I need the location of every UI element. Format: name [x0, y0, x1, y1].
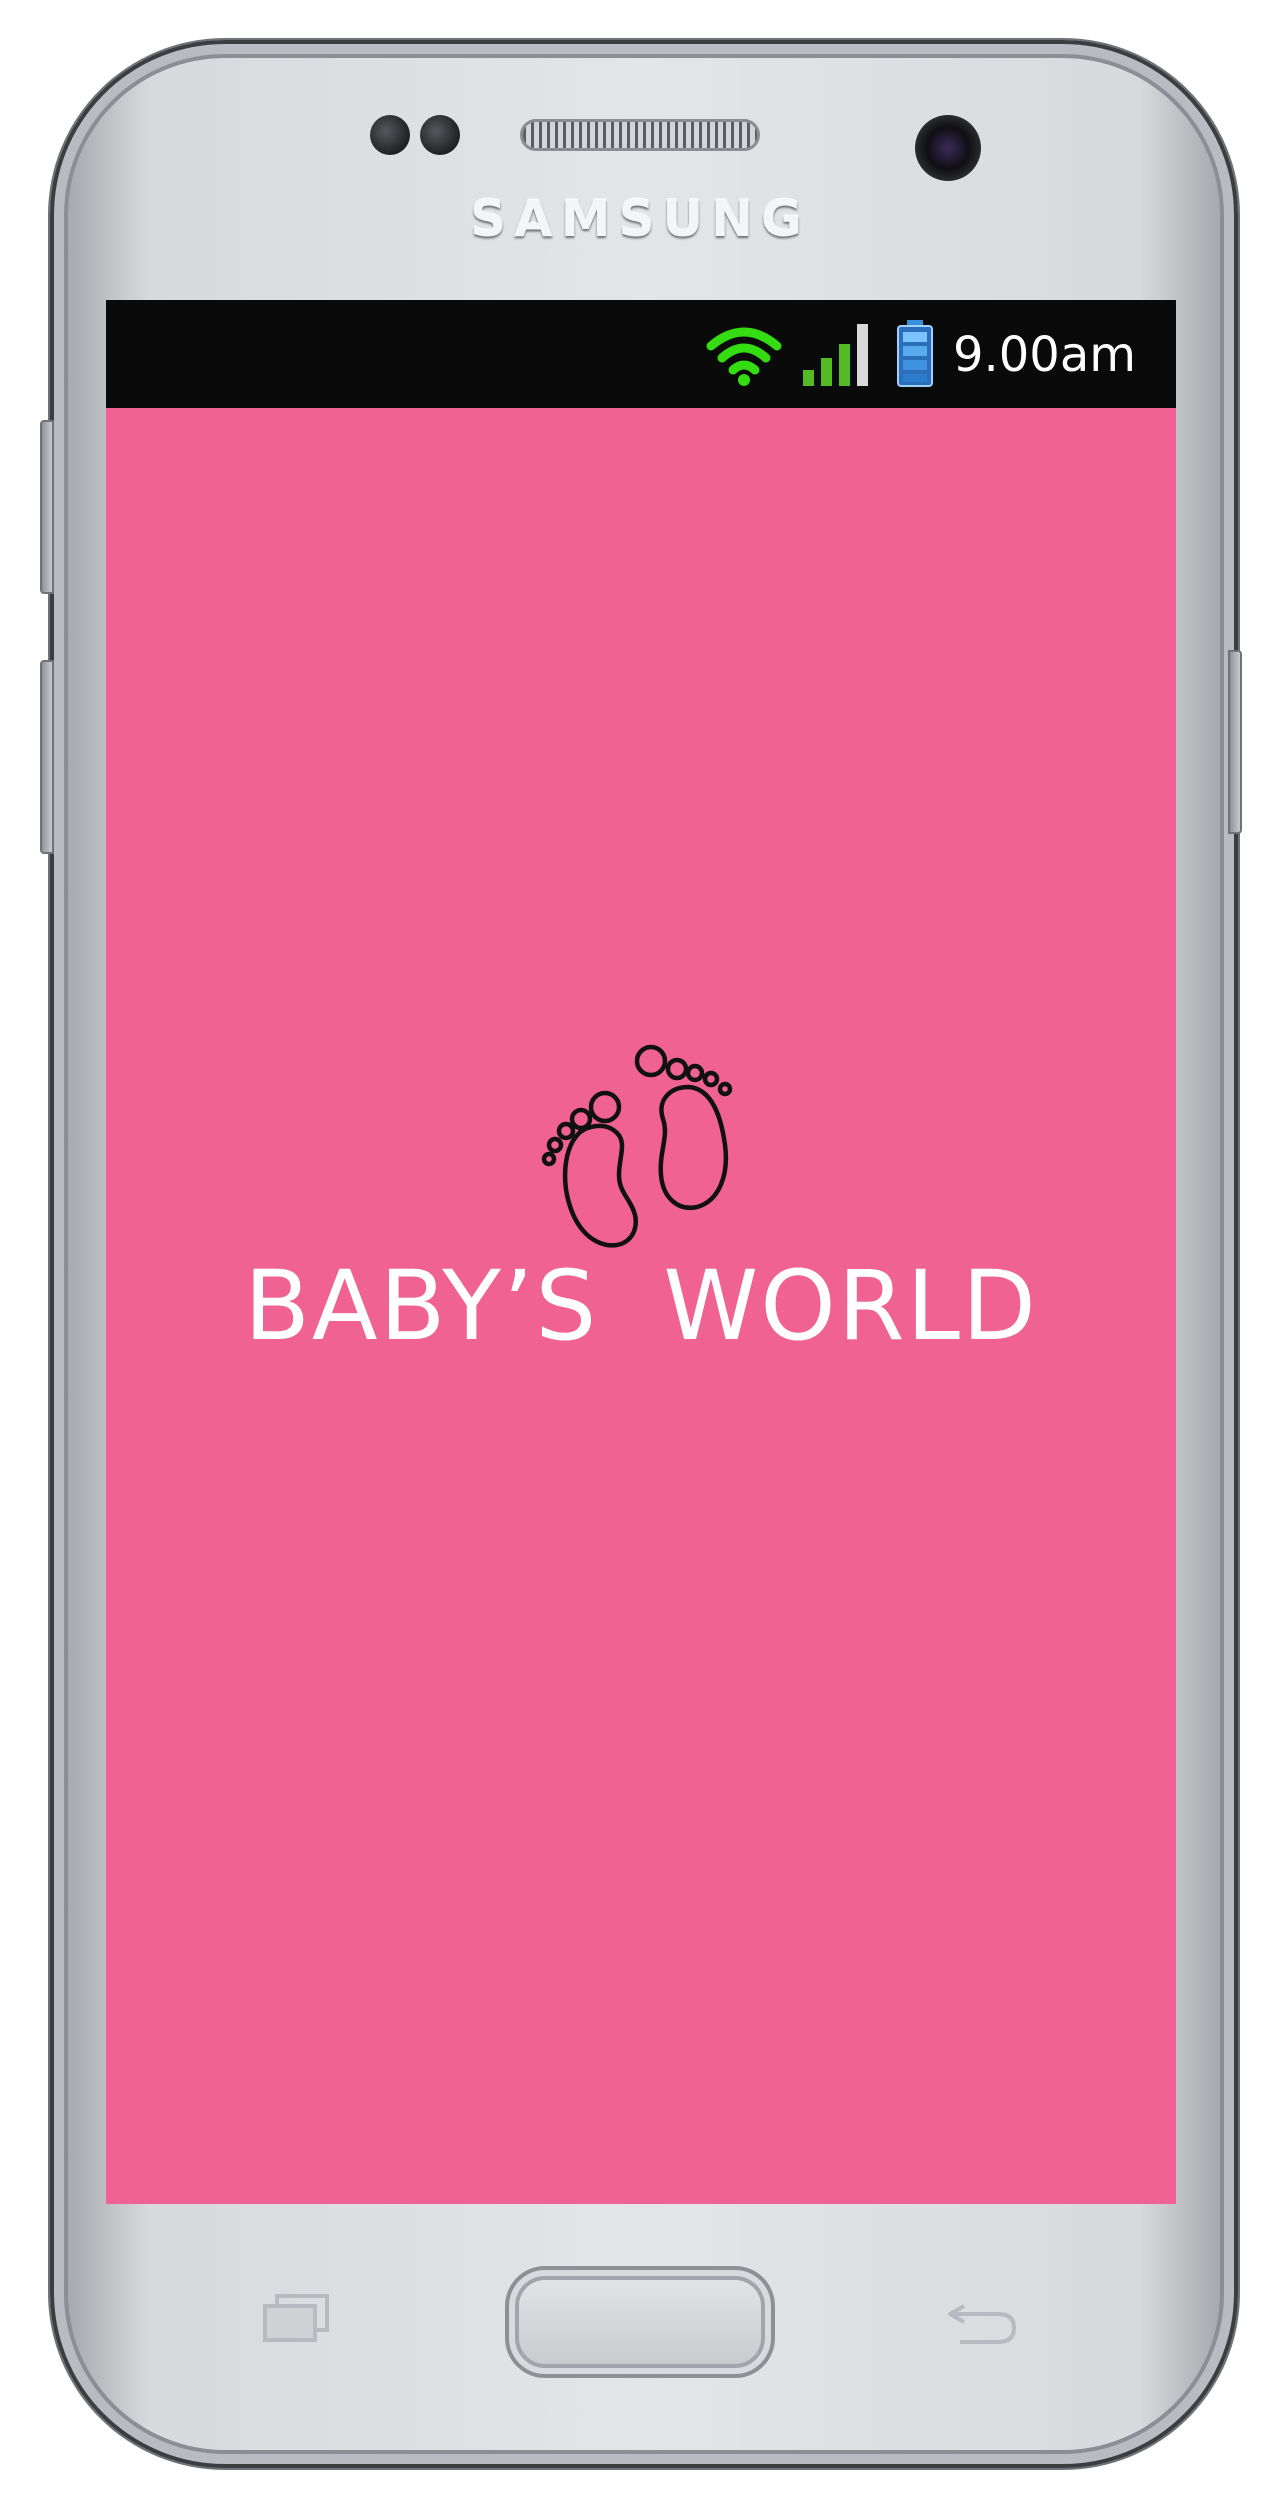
front-camera [915, 115, 981, 181]
splash-screen: BABY’S WORLD [106, 300, 1176, 2204]
proximity-sensor [370, 115, 410, 155]
navigation-bar [106, 2204, 1176, 2404]
earpiece-speaker [520, 119, 760, 151]
light-sensor [420, 115, 460, 155]
home-button[interactable] [505, 2266, 775, 2378]
baby-feet-icon [541, 1044, 733, 1248]
device-brand: SAMSUNG [470, 190, 810, 248]
app-title: BABY’S WORLD [244, 1250, 1038, 1362]
screen: 9.00am BABY’S WORLD [106, 300, 1176, 2204]
volume-up-button[interactable] [40, 420, 54, 594]
recent-apps-icon[interactable] [261, 2294, 331, 2344]
volume-down-button[interactable] [40, 660, 54, 854]
power-button[interactable] [1228, 650, 1242, 834]
back-icon[interactable] [944, 2292, 1020, 2348]
